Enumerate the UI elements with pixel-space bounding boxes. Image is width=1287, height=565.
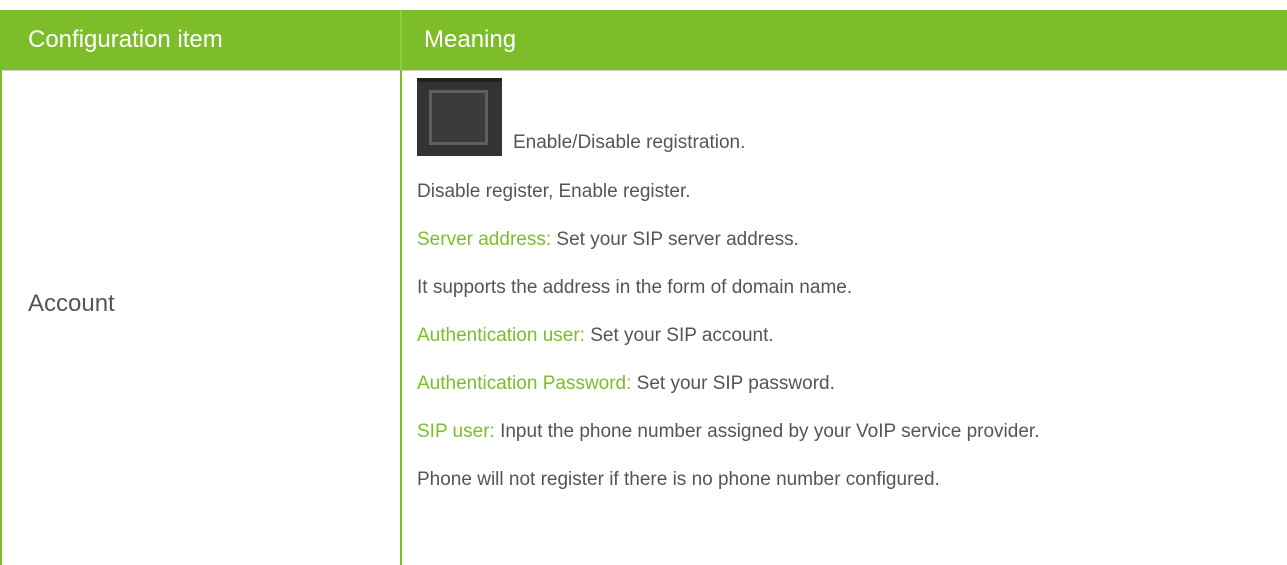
meaning-line-text: Set your SIP server address. — [551, 229, 799, 250]
column-divider — [400, 70, 402, 565]
meaning-line-label: Server address: — [417, 229, 552, 250]
meaning-line-text: Disable register, Enable register. — [417, 181, 691, 202]
checkbox-icon — [417, 78, 502, 156]
header-divider — [400, 10, 402, 70]
meaning-line: Server address: Set your SIP server addr… — [417, 229, 799, 251]
table-left-border — [0, 70, 2, 565]
meaning-line-text: Set your SIP account. — [584, 325, 774, 346]
meaning-line: It supports the address in the form of d… — [417, 277, 852, 299]
meaning-line-text: It supports the address in the form of d… — [417, 277, 853, 298]
meaning-line-label: SIP user: — [417, 421, 495, 442]
meaning-line-text: Set your SIP password. — [631, 373, 835, 394]
meaning-line-text: Input the phone number assigned by your … — [494, 421, 1040, 442]
meaning-line: Authentication user: Set your SIP accoun… — [417, 325, 774, 347]
meaning-line: Authentication Password: Set your SIP pa… — [417, 373, 835, 395]
column-header-configuration-item: Configuration item — [28, 26, 223, 53]
meaning-line-label: Authentication Password: — [417, 373, 632, 394]
column-header-meaning: Meaning — [424, 26, 517, 53]
meaning-line-text: Enable/Disable registration. — [513, 132, 746, 153]
meaning-line: SIP user: Input the phone number assigne… — [417, 421, 1039, 443]
row-separator — [0, 70, 1287, 71]
config-item-account: Account — [28, 290, 115, 317]
meaning-line: Enable/Disable registration. — [513, 132, 745, 154]
table-header: Configuration item Meaning — [0, 10, 1287, 70]
checkbox-icon-box — [429, 90, 488, 145]
meaning-line: Phone will not register if there is no p… — [417, 469, 940, 491]
meaning-line-label: Authentication user: — [417, 325, 585, 346]
meaning-line-text: Phone will not register if there is no p… — [417, 469, 940, 490]
checkbox-icon-topbar — [417, 78, 502, 82]
meaning-line: Disable register, Enable register. — [417, 181, 691, 203]
